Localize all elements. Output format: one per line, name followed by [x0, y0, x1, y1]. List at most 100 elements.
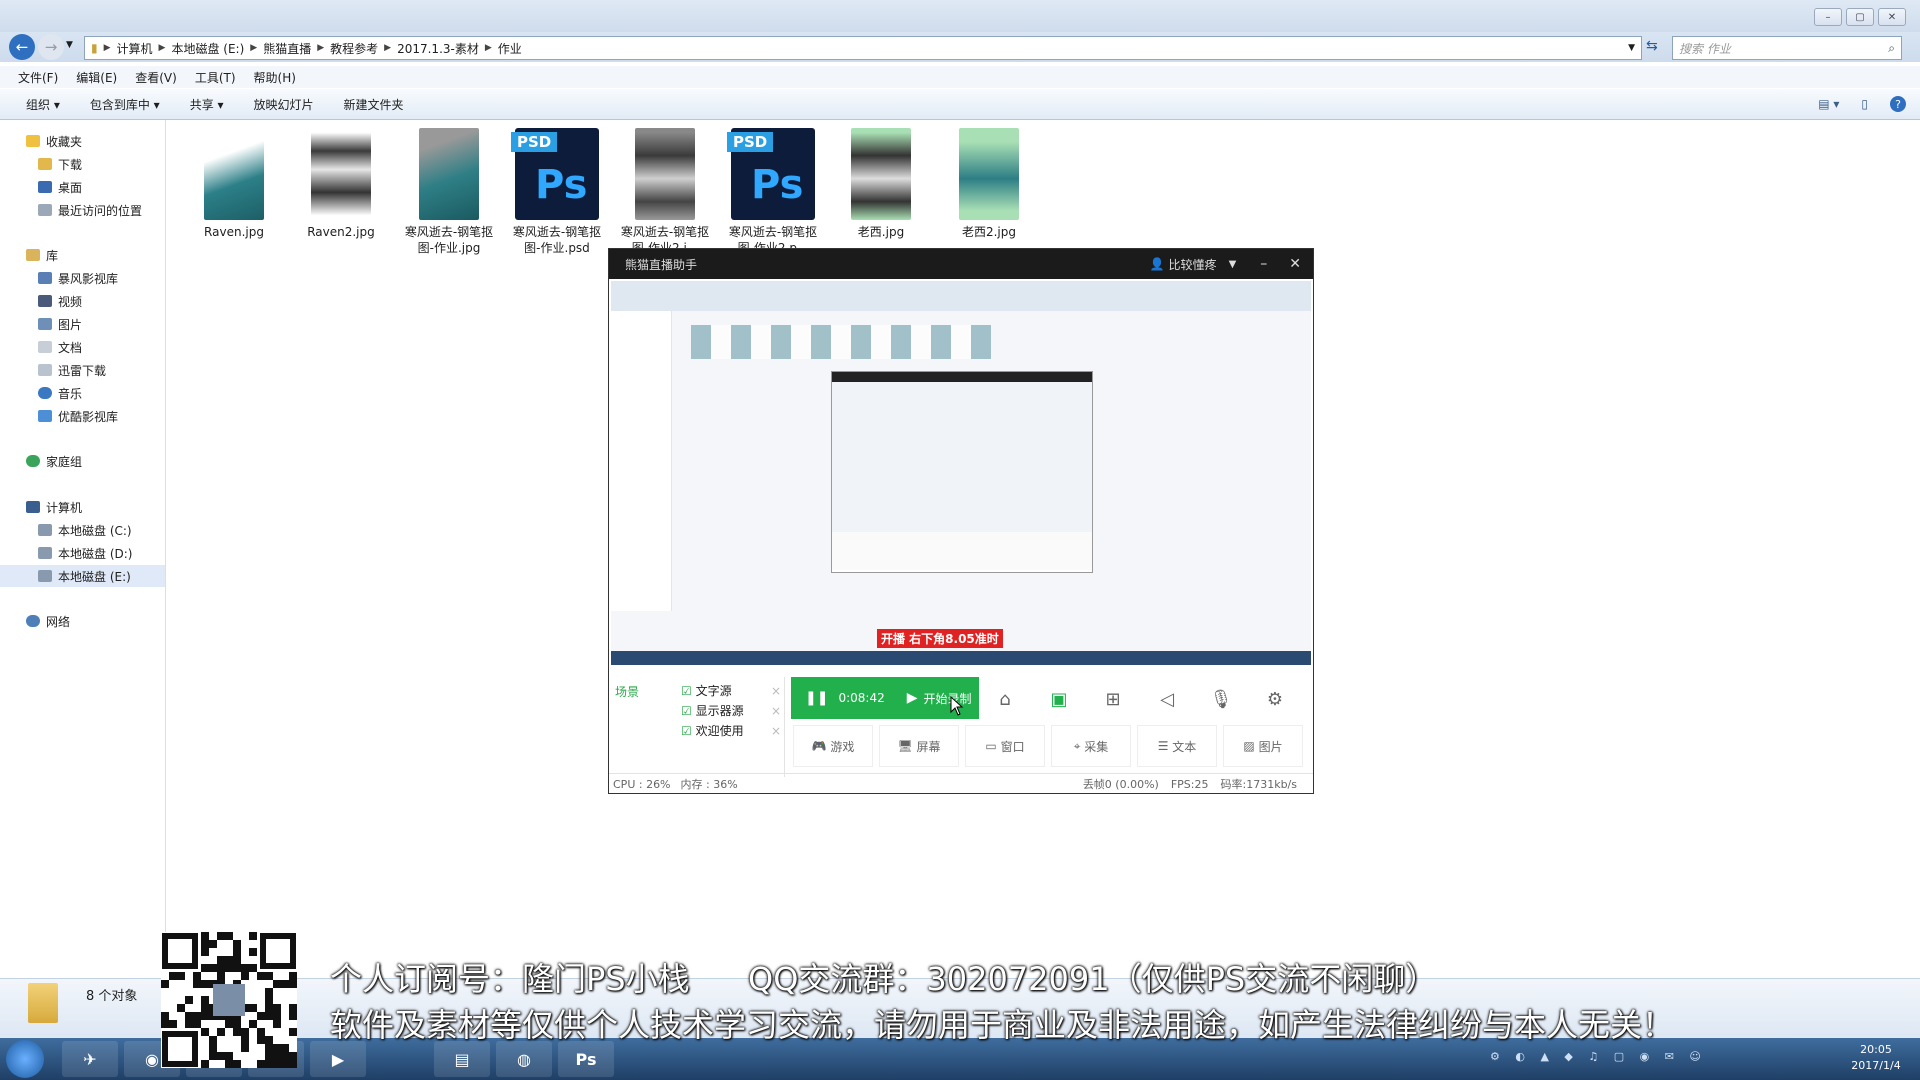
menu-file[interactable]: 文件(F)	[18, 69, 58, 86]
menu-view[interactable]: 查看(V)	[135, 69, 177, 86]
stream-close-icon[interactable]: ✕	[1289, 256, 1301, 272]
microphone-icon[interactable]: 🎙	[1207, 685, 1235, 713]
recent-pages-chevron-icon[interactable]: ▼	[66, 40, 73, 50]
add-screen-source-button[interactable]: 🖥 屏幕	[879, 725, 959, 767]
home-icon[interactable]: ⌂	[991, 685, 1019, 713]
minimize-button[interactable]: –	[1814, 8, 1842, 26]
taskbar-app-panda-icon[interactable]: ◍	[496, 1041, 552, 1077]
stream-minimize-icon[interactable]: –	[1260, 256, 1267, 272]
maximize-button[interactable]: ▢	[1846, 8, 1874, 26]
remove-icon[interactable]: ×	[771, 721, 781, 741]
add-game-source-button[interactable]: 🎮 游戏	[793, 725, 873, 767]
source-item[interactable]: ☑ 显示器源 ×	[681, 701, 781, 721]
taskbar-app-explorer-icon[interactable]: ▤	[434, 1041, 490, 1077]
remove-icon[interactable]: ×	[771, 701, 781, 721]
file-item[interactable]: 寒风逝去-钢笔抠图-作业2.j...	[615, 128, 715, 256]
add-text-source-button[interactable]: ☰ 文本	[1137, 725, 1217, 767]
nav-favorites[interactable]: 收藏夹	[0, 130, 191, 152]
qr-code	[161, 932, 297, 1068]
new-folder-button[interactable]: 新建文件夹	[344, 96, 404, 113]
nav-recent-places[interactable]: 最近访问的位置	[0, 199, 203, 221]
nav-lib-item[interactable]: 迅雷下载	[0, 359, 203, 381]
add-image-source-button[interactable]: ▨ 图片	[1223, 725, 1303, 767]
source-item[interactable]: ☑ 文字源 ×	[681, 681, 781, 701]
help-icon[interactable]: ?	[1890, 96, 1906, 112]
breadcrumb-item[interactable]: 作业	[498, 40, 522, 57]
menu-help[interactable]: 帮助(H)	[254, 69, 296, 86]
stream-username[interactable]: 比较懂疼	[1169, 256, 1217, 273]
mouse-cursor-icon	[950, 696, 964, 716]
remove-icon[interactable]: ×	[771, 681, 781, 701]
nav-lib-item[interactable]: 图片	[0, 313, 203, 335]
taskbar-app-bird-icon[interactable]: ✈	[62, 1041, 118, 1077]
nav-computer[interactable]: 计算机	[0, 496, 191, 518]
organize-button[interactable]: 组织 ▾	[26, 96, 60, 113]
nav-homegroup[interactable]: 家庭组	[0, 450, 191, 472]
user-dropdown-icon[interactable]: ▼	[1229, 259, 1237, 270]
share-button[interactable]: 共享 ▾	[190, 96, 224, 113]
file-item[interactable]: 老西2.jpg	[939, 128, 1039, 240]
file-item[interactable]: Raven2.jpg	[291, 128, 391, 240]
file-item[interactable]: PSDPs 寒风逝去-钢笔抠图-作业2.p...	[723, 128, 823, 256]
nav-desktop[interactable]: 桌面	[0, 176, 203, 198]
menu-tools[interactable]: 工具(T)	[195, 69, 236, 86]
drive-icon	[38, 524, 52, 536]
checkbox-icon[interactable]: ☑	[681, 724, 692, 738]
refresh-icon[interactable]: ⇆	[1646, 38, 1658, 54]
nav-libraries[interactable]: 库	[0, 244, 191, 266]
address-dropdown-icon[interactable]: ▼	[1628, 43, 1635, 53]
breadcrumb-item[interactable]: 计算机	[117, 40, 153, 57]
system-tray-icons[interactable]: ⚙ ◐ ▲ ◆ ♫ ▢ ◉ ✉ ☺	[1490, 1050, 1840, 1068]
stream-preview-canvas: 开播 右下角8.05准时	[611, 281, 1311, 665]
nav-downloads[interactable]: 下载	[0, 153, 203, 175]
taskbar-clock[interactable]: 20:05 2017/1/4	[1846, 1042, 1906, 1074]
view-options-icon[interactable]: ▤ ▾	[1818, 97, 1839, 111]
nav-drive-d[interactable]: 本地磁盘 (D:)	[0, 542, 203, 564]
add-window-source-button[interactable]: ▭ 窗口	[965, 725, 1045, 767]
nav-lib-item[interactable]: 暴风影视库	[0, 267, 203, 289]
settings-gear-icon[interactable]: ⚙	[1261, 685, 1289, 713]
start-button[interactable]	[6, 1040, 44, 1078]
back-arrow-icon[interactable]: ←	[9, 34, 35, 60]
start-record-button[interactable]: 开始录制	[924, 690, 972, 707]
search-icon[interactable]: ⌕	[1888, 41, 1895, 56]
preview-pane-icon[interactable]: ▯	[1861, 97, 1868, 111]
address-bar[interactable]: ▮ ▶ 计算机 ▶ 本地磁盘 (E:) ▶ 熊猫直播 ▶ 教程参考 ▶ 2017…	[84, 36, 1642, 60]
stream-timer: 0:08:42	[838, 691, 885, 705]
include-in-library-button[interactable]: 包含到库中 ▾	[90, 96, 160, 113]
file-item[interactable]: Raven.jpg	[184, 128, 284, 240]
file-item[interactable]: 寒风逝去-钢笔抠图-作业.jpg	[399, 128, 499, 256]
source-item[interactable]: ☑ 欢迎使用 ×	[681, 721, 781, 741]
nav-drive-c[interactable]: 本地磁盘 (C:)	[0, 519, 203, 541]
nav-lib-item[interactable]: 文档	[0, 336, 203, 358]
checkbox-icon[interactable]: ☑	[681, 684, 692, 698]
close-button[interactable]: ✕	[1878, 8, 1906, 26]
nav-drive-e[interactable]: 本地磁盘 (E:)	[0, 565, 165, 587]
file-item[interactable]: PSD Ps 寒风逝去-钢笔抠图-作业.psd	[507, 128, 607, 256]
drive-icon	[38, 570, 52, 582]
nav-lib-item[interactable]: 优酷影视库	[0, 405, 203, 427]
breadcrumb-item[interactable]: 2017.1.3-素材	[397, 40, 479, 57]
breadcrumb-item[interactable]: 本地磁盘 (E:)	[171, 40, 244, 57]
taskbar-app-player-icon[interactable]: ▶	[310, 1041, 366, 1077]
forward-arrow-icon[interactable]: →	[38, 34, 64, 60]
breadcrumb-item[interactable]: 教程参考	[330, 40, 378, 57]
source-list: ☑ 文字源 × ☑ 显示器源 × ☑ 欢迎使用 ×	[681, 681, 781, 741]
speaker-icon[interactable]: ◁	[1153, 685, 1181, 713]
nav-lib-item[interactable]: 音乐	[0, 382, 203, 404]
danmaku-icon[interactable]: ▣	[1045, 685, 1073, 713]
nav-lib-item[interactable]: 视频	[0, 290, 203, 312]
photo-thumbnail	[635, 128, 695, 220]
file-item[interactable]: 老西.jpg	[831, 128, 931, 240]
menu-edit[interactable]: 编辑(E)	[76, 69, 117, 86]
gamepad-icon: 🎮	[811, 739, 827, 753]
breadcrumb-item[interactable]: 熊猫直播	[263, 40, 311, 57]
taskbar-app-photoshop-icon[interactable]: Ps	[558, 1041, 614, 1077]
add-capture-source-button[interactable]: ⌖ 采集	[1051, 725, 1131, 767]
grid-icon[interactable]: ⊞	[1099, 685, 1127, 713]
nav-network[interactable]: 网络	[0, 610, 191, 632]
pause-icon[interactable]: ❚❚	[805, 690, 828, 706]
slideshow-button[interactable]: 放映幻灯片	[254, 96, 314, 113]
checkbox-icon[interactable]: ☑	[681, 704, 692, 718]
search-input[interactable]: 搜索 作业 ⌕	[1672, 36, 1902, 60]
